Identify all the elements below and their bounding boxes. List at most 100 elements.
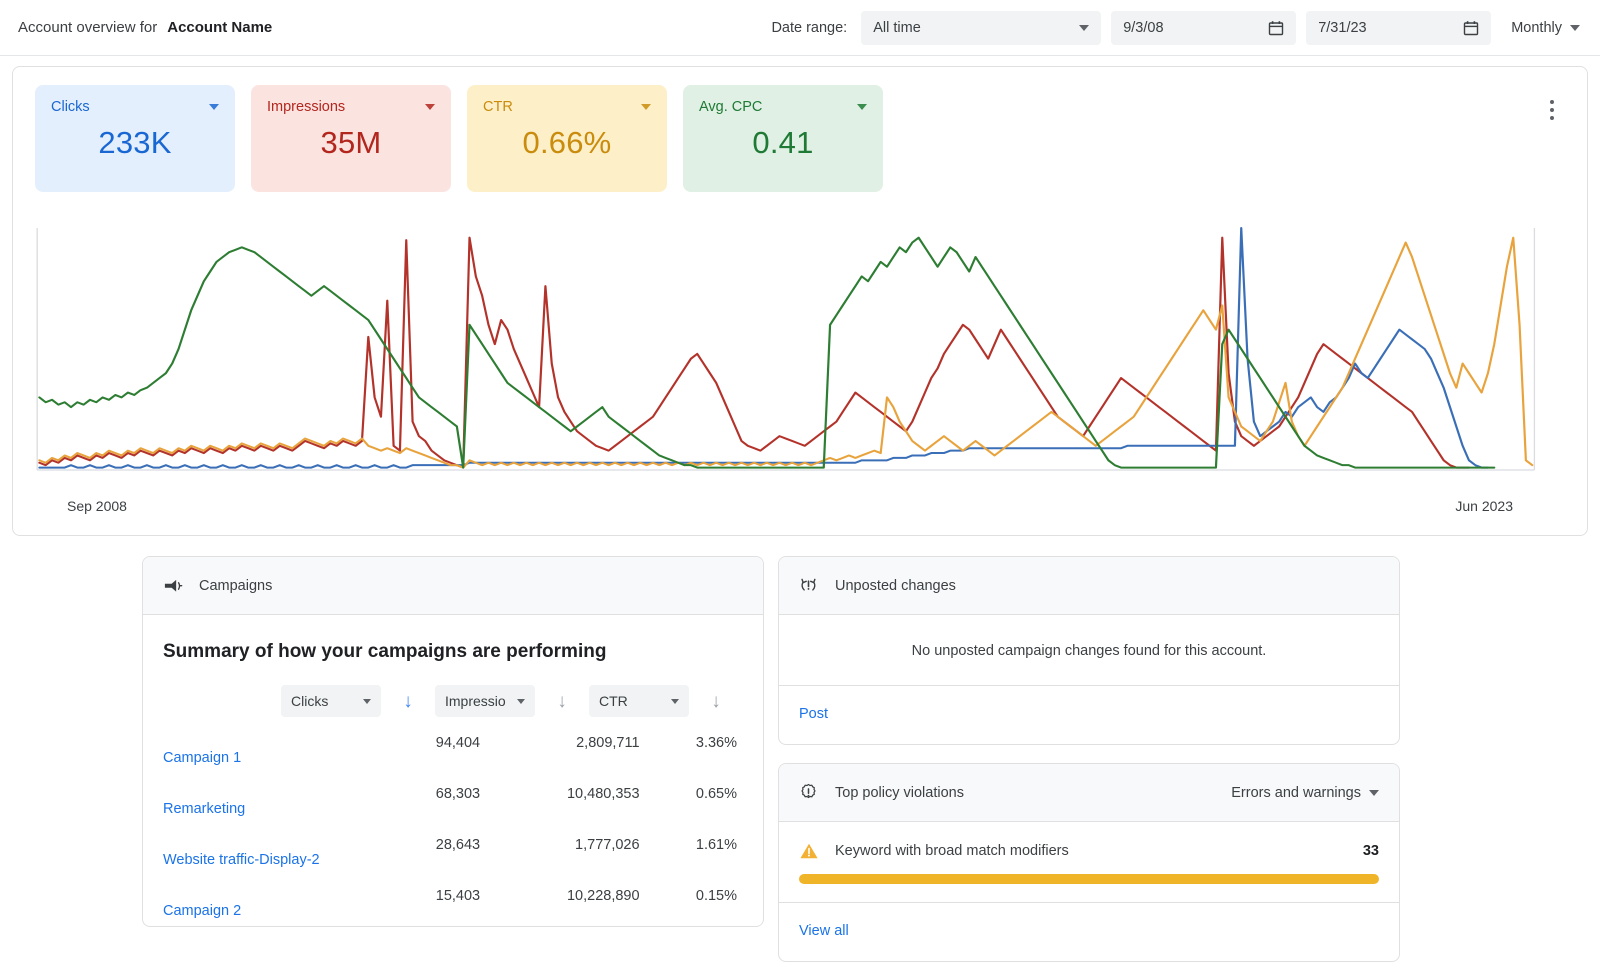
campaign-clicks: 68,303 (365, 774, 486, 825)
chevron-down-icon (363, 699, 371, 704)
policy-violations-title: Top policy violations (835, 785, 1231, 801)
campaigns-panel-title: Campaigns (199, 578, 743, 594)
policy-violations-header: Top policy violations Errors and warning… (779, 764, 1399, 822)
violation-label: Keyword with broad match modifiers (835, 843, 1363, 859)
metric-cards: Clicks 233K Impressions 35M CTR 0.66% Av… (13, 67, 1587, 192)
right-column: Unposted changes No unposted campaign ch… (778, 556, 1400, 962)
metric-card-avg-cpc[interactable]: Avg. CPC 0.41 (683, 85, 883, 192)
campaign-link[interactable]: Website traffic-Display-2 (163, 825, 365, 876)
column-select-ctr[interactable]: CTR (589, 685, 689, 717)
end-date-value: 7/31/23 (1318, 20, 1455, 36)
metric-card-clicks[interactable]: Clicks 233K (35, 85, 235, 192)
campaign-impressions: 10,228,890 (486, 876, 645, 927)
granularity-value: Monthly (1511, 20, 1562, 36)
post-link[interactable]: Post (779, 686, 1399, 744)
trend-chart (35, 220, 1565, 490)
trend-chart-svg (35, 220, 1565, 490)
unposted-changes-empty-message: No unposted campaign changes found for t… (779, 615, 1399, 686)
metric-label: CTR (483, 99, 641, 115)
violation-count: 33 (1363, 843, 1379, 859)
unposted-changes-panel: Unposted changes No unposted campaign ch… (778, 556, 1400, 745)
column-select-label: Clicks (291, 693, 355, 709)
performance-chart-card: Clicks 233K Impressions 35M CTR 0.66% Av… (12, 66, 1588, 536)
column-select-label: CTR (599, 693, 663, 709)
table-row[interactable]: Campaign 1 94,404 2,809,711 3.36% (163, 723, 743, 774)
metric-value: 233K (51, 125, 219, 161)
top-bar: Account overview for Account Name Date r… (0, 0, 1600, 56)
date-range-label: Date range: (771, 20, 847, 36)
sort-arrow-ctr[interactable]: ↓ (689, 692, 743, 711)
chart-axis-labels: Sep 2008 Jun 2023 (13, 498, 1587, 514)
campaign-clicks: 28,643 (365, 825, 486, 876)
campaigns-table: Campaign 1 94,404 2,809,711 3.36% Remark… (163, 723, 743, 926)
end-date-input[interactable]: 7/31/23 (1306, 11, 1491, 45)
metric-label: Avg. CPC (699, 99, 857, 115)
metric-value: 0.66% (483, 125, 651, 161)
chevron-down-icon[interactable] (209, 104, 219, 110)
campaign-ctr: 0.65% (646, 774, 743, 825)
calendar-icon (1463, 20, 1479, 36)
x-axis-end-label: Jun 2023 (1455, 498, 1513, 514)
violation-bar-fill (799, 874, 1379, 884)
column-select-clicks[interactable]: Clicks (281, 685, 381, 717)
metric-value: 35M (267, 125, 435, 161)
start-date-value: 9/3/08 (1123, 20, 1260, 36)
campaign-link[interactable]: Campaign 1 (163, 723, 365, 774)
alert-badge-icon (799, 783, 821, 802)
date-range-select[interactable]: All time (861, 11, 1101, 45)
date-controls: Date range: All time 9/3/08 7/31/23 Mont… (771, 11, 1586, 45)
table-row[interactable]: Website traffic-Display-2 28,643 1,777,0… (163, 825, 743, 876)
chevron-down-icon (517, 699, 525, 704)
chevron-down-icon (1369, 790, 1379, 796)
warning-triangle-icon (799, 842, 821, 860)
megaphone-icon (163, 577, 185, 595)
campaigns-column: Campaigns Summary of how your campaigns … (142, 556, 764, 962)
start-date-input[interactable]: 9/3/08 (1111, 11, 1296, 45)
x-axis-start-label: Sep 2008 (67, 498, 127, 514)
rotate-alert-icon (799, 576, 821, 595)
campaigns-panel-body: Summary of how your campaigns are perfor… (143, 615, 763, 926)
sort-arrow-clicks[interactable]: ↓ (381, 692, 435, 711)
overview-label: Account overview for (18, 19, 157, 36)
date-range-value: All time (873, 20, 1071, 36)
metric-label: Clicks (51, 99, 209, 115)
campaign-ctr: 0.15% (646, 876, 743, 927)
account-name: Account Name (167, 19, 272, 36)
chevron-down-icon[interactable] (857, 104, 867, 110)
sort-arrow-impressions[interactable]: ↓ (535, 692, 589, 711)
violation-item[interactable]: Keyword with broad match modifiers 33 (779, 822, 1399, 860)
metric-card-ctr[interactable]: CTR 0.66% (467, 85, 667, 192)
lower-panels: Campaigns Summary of how your campaigns … (142, 556, 1588, 962)
campaign-ctr: 1.61% (646, 825, 743, 876)
violation-bar-track (799, 874, 1379, 884)
campaign-impressions: 2,809,711 (486, 723, 645, 774)
more-vert-icon[interactable] (1543, 89, 1561, 131)
table-row[interactable]: Campaign 2 15,403 10,228,890 0.15% (163, 876, 743, 927)
chevron-down-icon (671, 699, 679, 704)
campaigns-panel-header: Campaigns (143, 557, 763, 615)
campaign-link[interactable]: Remarketing (163, 774, 365, 825)
column-select-label: Impressio (445, 693, 509, 709)
campaign-clicks: 15,403 (365, 876, 486, 927)
campaign-ctr: 3.36% (646, 723, 743, 774)
chevron-down-icon[interactable] (425, 104, 435, 110)
campaigns-summary-title: Summary of how your campaigns are perfor… (163, 641, 743, 663)
campaigns-panel: Campaigns Summary of how your campaigns … (142, 556, 764, 927)
calendar-icon (1268, 20, 1284, 36)
table-row[interactable]: Remarketing 68,303 10,480,353 0.65% (163, 774, 743, 825)
chevron-down-icon[interactable] (641, 104, 651, 110)
chevron-down-icon (1570, 25, 1580, 31)
violations-filter-label: Errors and warnings (1231, 785, 1361, 801)
granularity-select[interactable]: Monthly (1501, 11, 1586, 45)
campaign-impressions: 1,777,026 (486, 825, 645, 876)
column-select-impressions[interactable]: Impressio (435, 685, 535, 717)
metric-value: 0.41 (699, 125, 867, 161)
campaign-clicks: 94,404 (365, 723, 486, 774)
view-all-link[interactable]: View all (779, 903, 1399, 961)
metric-label: Impressions (267, 99, 425, 115)
unposted-changes-title: Unposted changes (835, 578, 1379, 594)
violations-filter-select[interactable]: Errors and warnings (1231, 785, 1379, 801)
unposted-changes-header: Unposted changes (779, 557, 1399, 615)
campaign-link[interactable]: Campaign 2 (163, 876, 365, 927)
metric-card-impressions[interactable]: Impressions 35M (251, 85, 451, 192)
